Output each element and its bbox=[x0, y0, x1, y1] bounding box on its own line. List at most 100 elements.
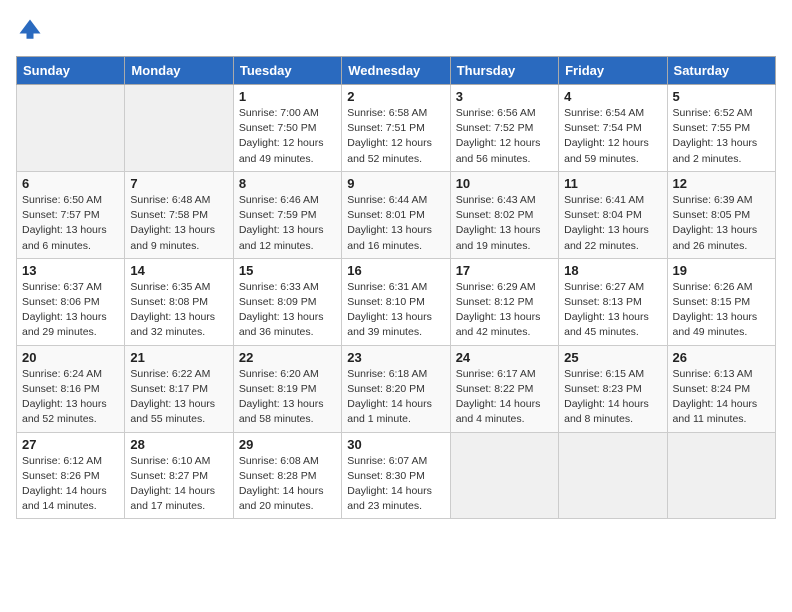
day-cell bbox=[450, 432, 558, 519]
day-number: 15 bbox=[239, 263, 336, 278]
day-info: Sunrise: 6:39 AM Sunset: 8:05 PM Dayligh… bbox=[673, 193, 770, 254]
day-info: Sunrise: 6:26 AM Sunset: 8:15 PM Dayligh… bbox=[673, 280, 770, 341]
day-cell bbox=[667, 432, 775, 519]
day-info: Sunrise: 6:50 AM Sunset: 7:57 PM Dayligh… bbox=[22, 193, 119, 254]
header-cell-monday: Monday bbox=[125, 57, 233, 85]
day-number: 22 bbox=[239, 350, 336, 365]
day-number: 20 bbox=[22, 350, 119, 365]
day-cell: 28 Sunrise: 6:10 AM Sunset: 8:27 PM Dayli… bbox=[125, 432, 233, 519]
day-info: Sunrise: 7:00 AM Sunset: 7:50 PM Dayligh… bbox=[239, 106, 336, 167]
day-info: Sunrise: 6:18 AM Sunset: 8:20 PM Dayligh… bbox=[347, 367, 444, 428]
logo bbox=[16, 16, 46, 44]
day-cell: 14 Sunrise: 6:35 AM Sunset: 8:08 PM Dayli… bbox=[125, 258, 233, 345]
day-cell: 8 Sunrise: 6:46 AM Sunset: 7:59 PM Daylig… bbox=[233, 171, 341, 258]
day-number: 14 bbox=[130, 263, 227, 278]
day-cell bbox=[17, 85, 125, 172]
day-cell: 29 Sunrise: 6:08 AM Sunset: 8:28 PM Dayli… bbox=[233, 432, 341, 519]
day-info: Sunrise: 6:12 AM Sunset: 8:26 PM Dayligh… bbox=[22, 454, 119, 515]
day-number: 16 bbox=[347, 263, 444, 278]
day-cell: 2 Sunrise: 6:58 AM Sunset: 7:51 PM Daylig… bbox=[342, 85, 450, 172]
day-cell: 17 Sunrise: 6:29 AM Sunset: 8:12 PM Dayli… bbox=[450, 258, 558, 345]
day-number: 30 bbox=[347, 437, 444, 452]
day-info: Sunrise: 6:13 AM Sunset: 8:24 PM Dayligh… bbox=[673, 367, 770, 428]
day-info: Sunrise: 6:37 AM Sunset: 8:06 PM Dayligh… bbox=[22, 280, 119, 341]
header-cell-wednesday: Wednesday bbox=[342, 57, 450, 85]
header bbox=[16, 16, 776, 44]
week-row-5: 27 Sunrise: 6:12 AM Sunset: 8:26 PM Dayli… bbox=[17, 432, 776, 519]
logo-icon bbox=[16, 16, 44, 44]
day-info: Sunrise: 6:22 AM Sunset: 8:17 PM Dayligh… bbox=[130, 367, 227, 428]
day-number: 24 bbox=[456, 350, 553, 365]
header-cell-tuesday: Tuesday bbox=[233, 57, 341, 85]
day-cell: 20 Sunrise: 6:24 AM Sunset: 8:16 PM Dayli… bbox=[17, 345, 125, 432]
day-info: Sunrise: 6:10 AM Sunset: 8:27 PM Dayligh… bbox=[130, 454, 227, 515]
header-cell-thursday: Thursday bbox=[450, 57, 558, 85]
day-number: 28 bbox=[130, 437, 227, 452]
day-info: Sunrise: 6:41 AM Sunset: 8:04 PM Dayligh… bbox=[564, 193, 661, 254]
day-cell: 24Sunrise: 6:17 AM Sunset: 8:22 PM Dayli… bbox=[450, 345, 558, 432]
day-number: 17 bbox=[456, 263, 553, 278]
day-cell: 3 Sunrise: 6:56 AM Sunset: 7:52 PM Daylig… bbox=[450, 85, 558, 172]
day-cell bbox=[559, 432, 667, 519]
day-info: Sunrise: 6:56 AM Sunset: 7:52 PM Dayligh… bbox=[456, 106, 553, 167]
day-info: Sunrise: 6:15 AM Sunset: 8:23 PM Dayligh… bbox=[564, 367, 661, 428]
day-info: Sunrise: 6:08 AM Sunset: 8:28 PM Dayligh… bbox=[239, 454, 336, 515]
day-cell: 21Sunrise: 6:22 AM Sunset: 8:17 PM Dayli… bbox=[125, 345, 233, 432]
day-info: Sunrise: 6:07 AM Sunset: 8:30 PM Dayligh… bbox=[347, 454, 444, 515]
day-info: Sunrise: 6:52 AM Sunset: 7:55 PM Dayligh… bbox=[673, 106, 770, 167]
day-cell: 10 Sunrise: 6:43 AM Sunset: 8:02 PM Dayli… bbox=[450, 171, 558, 258]
week-row-4: 20 Sunrise: 6:24 AM Sunset: 8:16 PM Dayli… bbox=[17, 345, 776, 432]
day-cell: 16 Sunrise: 6:31 AM Sunset: 8:10 PM Dayli… bbox=[342, 258, 450, 345]
day-info: Sunrise: 6:35 AM Sunset: 8:08 PM Dayligh… bbox=[130, 280, 227, 341]
day-cell: 7Sunrise: 6:48 AM Sunset: 7:58 PM Daylig… bbox=[125, 171, 233, 258]
day-info: Sunrise: 6:46 AM Sunset: 7:59 PM Dayligh… bbox=[239, 193, 336, 254]
day-cell: 27 Sunrise: 6:12 AM Sunset: 8:26 PM Dayli… bbox=[17, 432, 125, 519]
day-number: 3 bbox=[456, 89, 553, 104]
day-cell: 5 Sunrise: 6:52 AM Sunset: 7:55 PM Daylig… bbox=[667, 85, 775, 172]
week-row-1: 1 Sunrise: 7:00 AM Sunset: 7:50 PM Daylig… bbox=[17, 85, 776, 172]
header-cell-sunday: Sunday bbox=[17, 57, 125, 85]
day-number: 27 bbox=[22, 437, 119, 452]
day-number: 10 bbox=[456, 176, 553, 191]
calendar-table: SundayMondayTuesdayWednesdayThursdayFrid… bbox=[16, 56, 776, 519]
week-row-3: 13 Sunrise: 6:37 AM Sunset: 8:06 PM Dayli… bbox=[17, 258, 776, 345]
day-cell: 23 Sunrise: 6:18 AM Sunset: 8:20 PM Dayli… bbox=[342, 345, 450, 432]
day-cell: 18Sunrise: 6:27 AM Sunset: 8:13 PM Dayli… bbox=[559, 258, 667, 345]
day-info: Sunrise: 6:43 AM Sunset: 8:02 PM Dayligh… bbox=[456, 193, 553, 254]
day-number: 18 bbox=[564, 263, 661, 278]
day-number: 11 bbox=[564, 176, 661, 191]
header-cell-saturday: Saturday bbox=[667, 57, 775, 85]
day-info: Sunrise: 6:29 AM Sunset: 8:12 PM Dayligh… bbox=[456, 280, 553, 341]
day-cell: 19 Sunrise: 6:26 AM Sunset: 8:15 PM Dayli… bbox=[667, 258, 775, 345]
day-cell: 22Sunrise: 6:20 AM Sunset: 8:19 PM Dayli… bbox=[233, 345, 341, 432]
page-container: SundayMondayTuesdayWednesdayThursdayFrid… bbox=[0, 0, 792, 535]
day-number: 13 bbox=[22, 263, 119, 278]
day-number: 19 bbox=[673, 263, 770, 278]
day-cell: 13 Sunrise: 6:37 AM Sunset: 8:06 PM Dayli… bbox=[17, 258, 125, 345]
day-number: 29 bbox=[239, 437, 336, 452]
day-info: Sunrise: 6:33 AM Sunset: 8:09 PM Dayligh… bbox=[239, 280, 336, 341]
day-info: Sunrise: 6:31 AM Sunset: 8:10 PM Dayligh… bbox=[347, 280, 444, 341]
day-number: 7 bbox=[130, 176, 227, 191]
day-cell: 25Sunrise: 6:15 AM Sunset: 8:23 PM Dayli… bbox=[559, 345, 667, 432]
day-cell: 15 Sunrise: 6:33 AM Sunset: 8:09 PM Dayli… bbox=[233, 258, 341, 345]
day-cell: 6 Sunrise: 6:50 AM Sunset: 7:57 PM Daylig… bbox=[17, 171, 125, 258]
day-number: 23 bbox=[347, 350, 444, 365]
day-number: 8 bbox=[239, 176, 336, 191]
day-info: Sunrise: 6:58 AM Sunset: 7:51 PM Dayligh… bbox=[347, 106, 444, 167]
day-cell: 1 Sunrise: 7:00 AM Sunset: 7:50 PM Daylig… bbox=[233, 85, 341, 172]
week-row-2: 6 Sunrise: 6:50 AM Sunset: 7:57 PM Daylig… bbox=[17, 171, 776, 258]
day-info: Sunrise: 6:44 AM Sunset: 8:01 PM Dayligh… bbox=[347, 193, 444, 254]
day-cell bbox=[125, 85, 233, 172]
day-number: 6 bbox=[22, 176, 119, 191]
day-number: 4 bbox=[564, 89, 661, 104]
day-number: 1 bbox=[239, 89, 336, 104]
day-number: 2 bbox=[347, 89, 444, 104]
day-cell: 26Sunrise: 6:13 AM Sunset: 8:24 PM Dayli… bbox=[667, 345, 775, 432]
day-info: Sunrise: 6:24 AM Sunset: 8:16 PM Dayligh… bbox=[22, 367, 119, 428]
day-cell: 12Sunrise: 6:39 AM Sunset: 8:05 PM Dayli… bbox=[667, 171, 775, 258]
day-number: 9 bbox=[347, 176, 444, 191]
day-cell: 30 Sunrise: 6:07 AM Sunset: 8:30 PM Dayli… bbox=[342, 432, 450, 519]
day-number: 5 bbox=[673, 89, 770, 104]
calendar-body: 1 Sunrise: 7:00 AM Sunset: 7:50 PM Daylig… bbox=[17, 85, 776, 519]
